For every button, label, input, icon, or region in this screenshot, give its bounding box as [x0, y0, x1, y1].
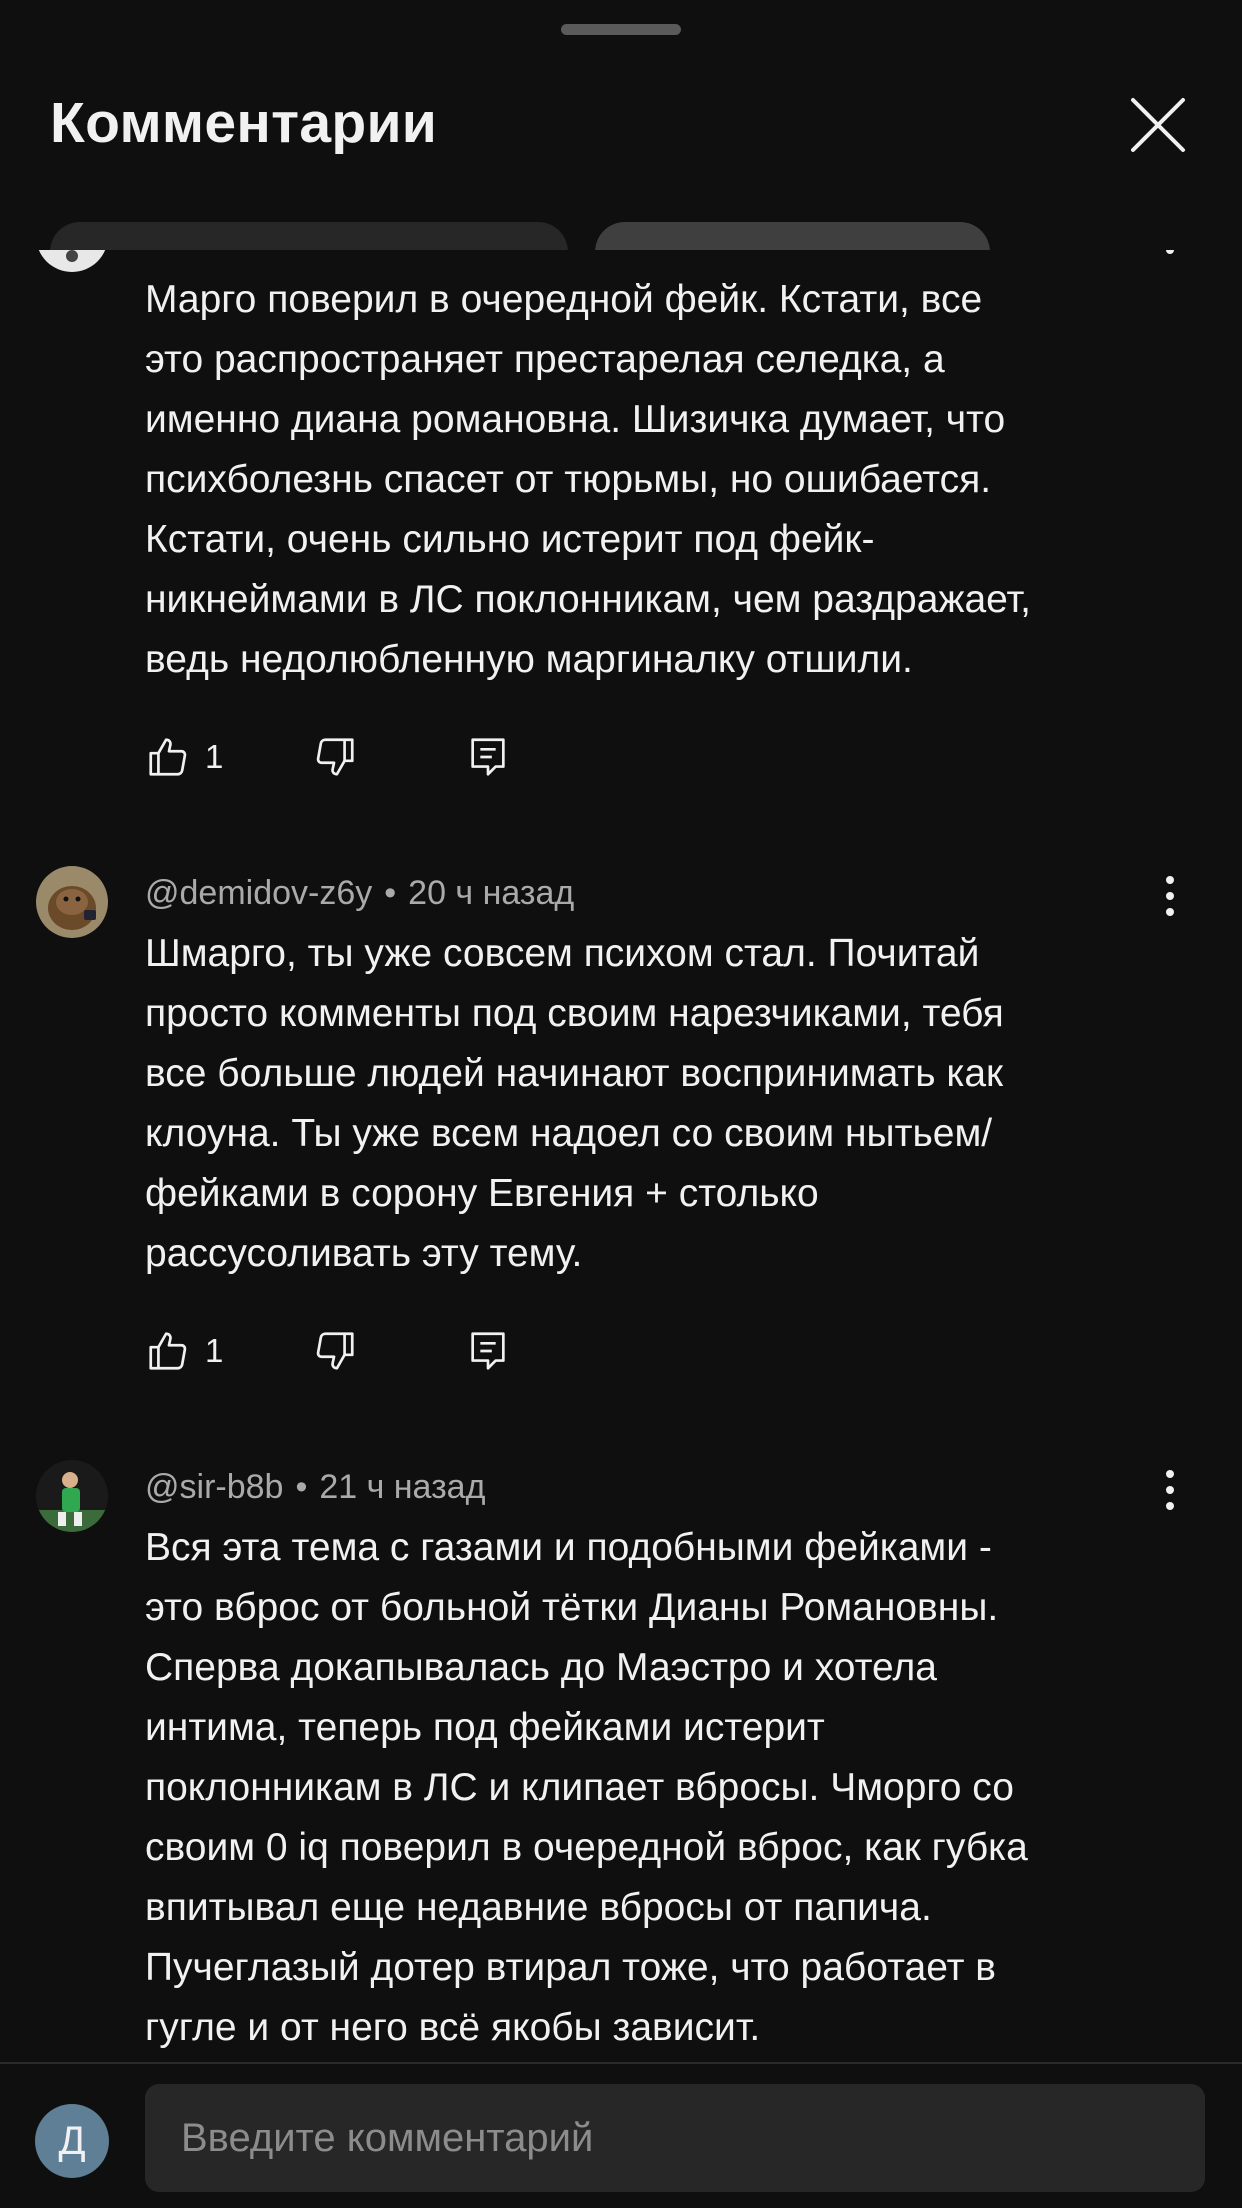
like-count: 1 — [205, 1332, 224, 1369]
close-button[interactable] — [1125, 92, 1191, 158]
close-icon — [1131, 98, 1185, 152]
comments-list[interactable]: Марго поверил в очередной фейк. Кстати, … — [0, 250, 1242, 2062]
meta-separator: • — [295, 1468, 308, 1506]
reply-button[interactable] — [465, 727, 511, 787]
comment-line: фейками в сорону Евгения + столько — [145, 1172, 819, 1215]
comment-line: ведь недолюбленную маргиналку отшили. — [145, 638, 913, 681]
thumb-up-icon — [149, 1332, 187, 1370]
thumb-up-icon — [149, 738, 187, 776]
comment-line: интима, теперь под фейками истерит — [145, 1706, 825, 1749]
comment-line: Шмарго, ты уже совсем психом стал. Почит… — [145, 932, 980, 975]
meta-separator: • — [384, 874, 397, 912]
comment-line: Сперва докапывалась до Маэстро и хотела — [145, 1646, 937, 1689]
comment-line: клоуна. Ты уже всем надоел со своим ныть… — [145, 1112, 993, 1155]
dislike-button[interactable] — [312, 727, 358, 787]
thumb-down-icon — [316, 738, 354, 776]
comment-line: гугле и от него всё якобы зависит. — [145, 2006, 761, 2049]
comment-meta: @sir-b8b • 21 ч назад — [145, 1468, 485, 1507]
like-button[interactable]: 1 — [145, 727, 223, 787]
avatar[interactable] — [36, 250, 108, 272]
comment-line: именно диана романовна. Шизичка думает, … — [145, 398, 1006, 441]
comment-author[interactable]: @sir-b8b — [145, 1468, 283, 1506]
avatar[interactable] — [36, 1460, 108, 1532]
comment-line: Марго поверил в очередной фейк. Кстати, … — [145, 278, 983, 321]
sort-chip-top[interactable] — [50, 222, 568, 250]
like-button[interactable]: 1 — [145, 1321, 223, 1381]
comment-line: рассусоливать эту тему. — [145, 1232, 583, 1275]
comments-sheet: Марго поверил в очередной фейк. Кстати, … — [0, 0, 1242, 2208]
comment-line: это вброс от больной тётки Дианы Романов… — [145, 1586, 999, 1629]
like-count: 1 — [205, 738, 224, 775]
avatar[interactable] — [36, 866, 108, 938]
comment-line: это распространяет престарелая селедка, … — [145, 338, 945, 381]
thumb-down-icon — [316, 1332, 354, 1370]
reply-button[interactable] — [465, 1321, 511, 1381]
comment-line: Пучеглазый дотер втирал тоже, что работа… — [145, 1946, 997, 1989]
comment-text: Вся эта тема с газами и подобными фейкам… — [145, 1518, 1175, 2058]
comment-actions: 1 — [145, 1321, 645, 1381]
comment-input[interactable] — [145, 2084, 1205, 2192]
sheet-header: Комментарии — [0, 0, 1242, 250]
user-avatar[interactable]: Д — [35, 2104, 109, 2178]
comment-line: просто комменты под своим нарезчиками, т… — [145, 992, 1004, 1035]
comment-line: никнеймами в ЛС поклонникам, чем раздраж… — [145, 578, 1031, 621]
comment-author[interactable]: @demidov-z6y — [145, 874, 372, 912]
reply-comment-icon — [471, 1332, 505, 1370]
drag-handle[interactable] — [561, 24, 681, 35]
comment-line: все больше людей начинают воспринимать к… — [145, 1052, 1004, 1095]
comment-meta: @demidov-z6y • 20 ч назад — [145, 874, 574, 913]
comment-text: Шмарго, ты уже совсем психом стал. Почит… — [145, 924, 1175, 1284]
dislike-button[interactable] — [312, 1321, 358, 1381]
comment-line: впитывал еще недавние вбросы от папича. — [145, 1886, 932, 1929]
sort-chip-newest[interactable] — [595, 222, 990, 250]
comment-time: 21 ч назад — [319, 1468, 486, 1506]
comment-line: поклонникам в ЛС и клипает вбросы. Чморг… — [145, 1766, 1014, 1809]
comment-text: Марго поверил в очередной фейк. Кстати, … — [145, 270, 1175, 690]
comment-line: психболезнь спасет от тюрьмы, но ошибает… — [145, 458, 992, 501]
comment-composer: Д — [0, 2062, 1242, 2208]
comment-line: своим 0 iq поверил в очередной вброс, ка… — [145, 1826, 1028, 1869]
reply-comment-icon — [471, 738, 505, 776]
comment-line: Кстати, очень сильно истерит под фейк- — [145, 518, 875, 561]
comment-actions: 1 — [145, 727, 645, 787]
comment-time: 20 ч назад — [408, 874, 575, 912]
page-title: Комментарии — [50, 91, 438, 155]
comment-line: Вся эта тема с газами и подобными фейкам… — [145, 1526, 992, 1569]
